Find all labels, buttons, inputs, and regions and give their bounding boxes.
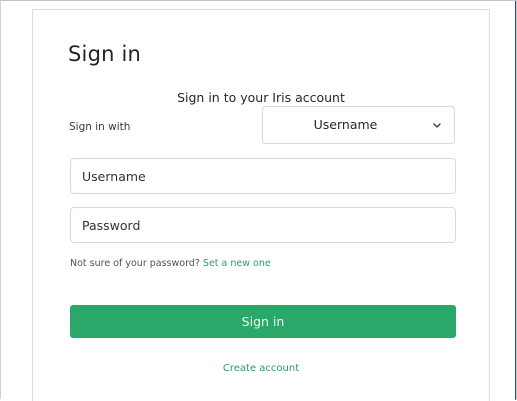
- signin-subtitle: Sign in to your Iris account: [177, 90, 345, 105]
- password-field[interactable]: [70, 207, 456, 243]
- reset-password-link[interactable]: Set a new one: [203, 258, 271, 269]
- create-account-link[interactable]: Create account: [33, 363, 489, 374]
- page-title: Sign in: [68, 42, 142, 66]
- signin-button[interactable]: Sign in: [70, 305, 456, 338]
- signin-card: Sign in Sign in to your Iris account Sig…: [32, 9, 490, 401]
- window-edge: [515, 1, 516, 400]
- signin-method-label: Sign in with: [69, 121, 131, 133]
- chevron-down-icon: [432, 118, 442, 132]
- username-field[interactable]: [70, 158, 456, 194]
- signin-method-value: Username: [313, 117, 378, 132]
- password-hint: Not sure of your password? Set a new one: [70, 258, 271, 269]
- signin-method-select[interactable]: Username: [262, 106, 455, 144]
- window-frame: Sign in Sign in to your Iris account Sig…: [0, 0, 517, 401]
- password-hint-text: Not sure of your password?: [70, 258, 203, 269]
